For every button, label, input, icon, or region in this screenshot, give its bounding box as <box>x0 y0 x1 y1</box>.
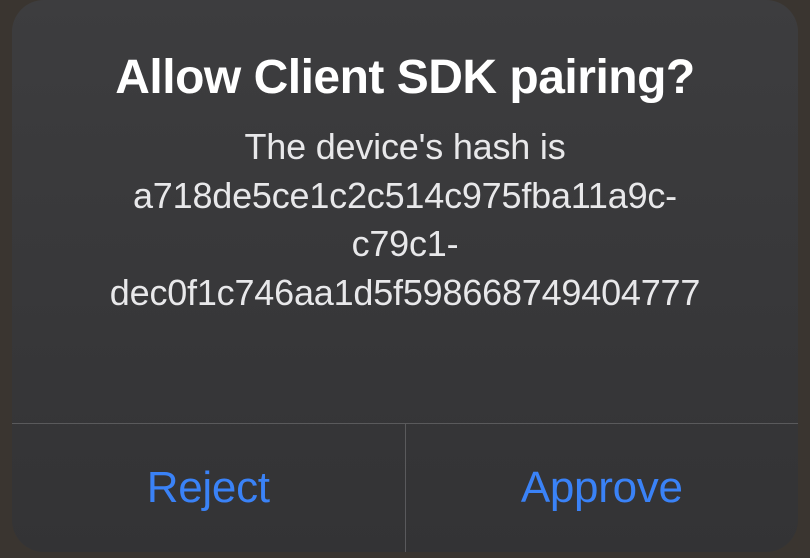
device-hash-line1: a718de5ce1c2c514c975fba11a9c- <box>133 175 677 216</box>
reject-button[interactable]: Reject <box>12 424 405 552</box>
dialog-title: Allow Client SDK pairing? <box>115 50 695 105</box>
pairing-dialog: Allow Client SDK pairing? The device's h… <box>12 0 798 552</box>
dialog-content: Allow Client SDK pairing? The device's h… <box>12 0 798 423</box>
device-hash-line2: c79c1- <box>352 223 459 264</box>
dialog-message-prefix: The device's hash is <box>244 126 565 167</box>
device-hash-line3: dec0f1c746aa1d5f598668749404777 <box>110 272 700 313</box>
approve-button[interactable]: Approve <box>405 424 799 552</box>
dialog-message: The device's hash is a718de5ce1c2c514c97… <box>110 123 700 317</box>
dialog-button-row: Reject Approve <box>12 423 798 552</box>
